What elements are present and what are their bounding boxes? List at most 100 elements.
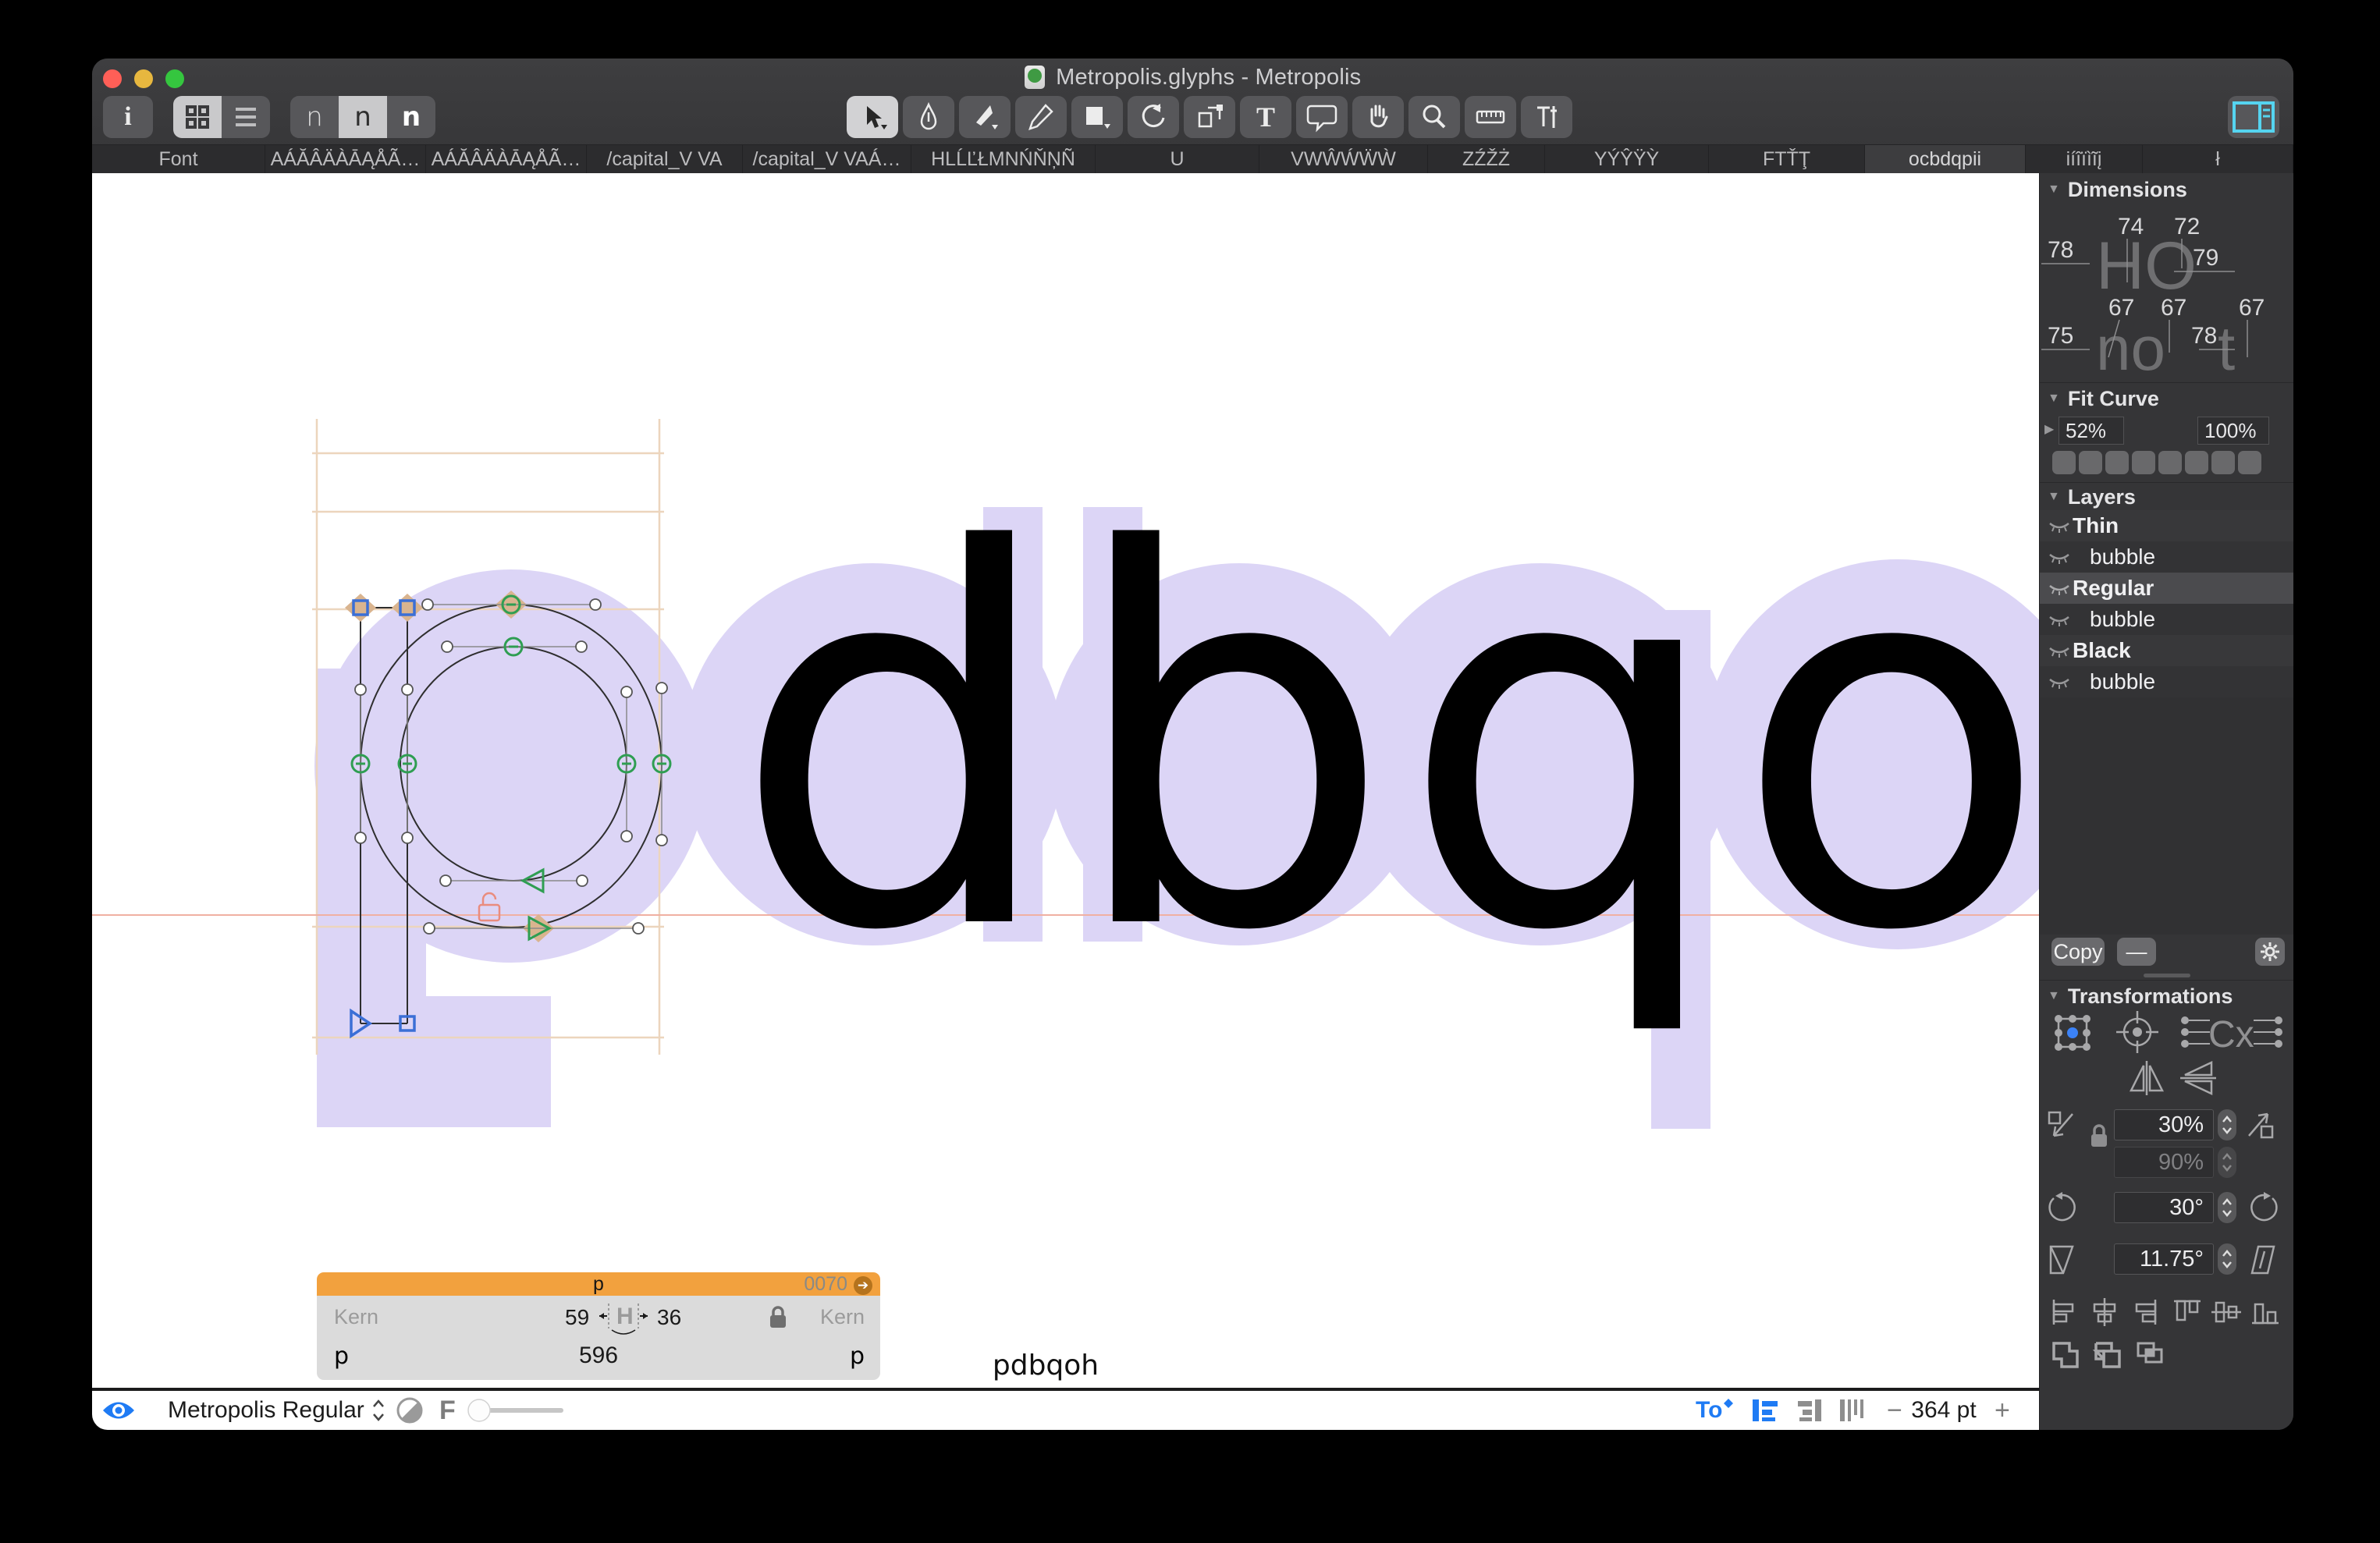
pen-tool-button[interactable] (903, 96, 954, 138)
layers-panel-header[interactable]: ▼ Layers (2040, 484, 2293, 510)
kern-right-label[interactable]: Kern (820, 1305, 865, 1329)
fit-curve-step-2[interactable] (2079, 451, 2102, 474)
advance-width-value[interactable]: 596 (317, 1343, 880, 1369)
align-left-button[interactable] (1749, 1391, 1781, 1430)
fit-curve-step-7[interactable] (2211, 451, 2235, 474)
fit-curve-expand-icon[interactable]: ▶ (2044, 421, 2054, 437)
weight-regular-button[interactable]: n (339, 96, 387, 138)
union-paths-button[interactable] (2049, 1339, 2085, 1373)
scale-field[interactable]: 30% (2114, 1109, 2214, 1140)
fit-curve-max-field[interactable]: 100% (2197, 417, 2269, 445)
list-view-button[interactable] (222, 96, 270, 138)
tab-VW-group[interactable]: VWŴẂẄẀ (1259, 145, 1428, 174)
remove-layer-button[interactable]: — (2117, 938, 2156, 966)
closed-eye-icon[interactable] (2046, 517, 2073, 534)
glyph-o[interactable]: o (1734, 486, 2039, 1001)
knife-tool-button[interactable] (959, 96, 1011, 138)
tab-U[interactable]: U (1096, 145, 1259, 174)
transform-origin-bbox-button[interactable] (2051, 1013, 2094, 1053)
closed-eye-icon[interactable] (2046, 642, 2073, 659)
scale-vertical-stepper[interactable] (2218, 1147, 2236, 1178)
slant-field[interactable]: 11.75° (2114, 1243, 2214, 1275)
rotate-cw-icon[interactable] (2247, 1192, 2280, 1225)
text-preview-mode-button[interactable]: To (1696, 1391, 1733, 1430)
transform-origin-point-button[interactable] (2115, 1009, 2160, 1055)
slant-left-icon[interactable] (2046, 1243, 2077, 1276)
tab-font[interactable]: Font (92, 145, 265, 174)
zoom-tool-button[interactable] (1408, 96, 1460, 138)
layer-row-black-bubble[interactable]: bubble (2040, 666, 2293, 697)
layer-settings-button[interactable] (2255, 938, 2285, 966)
kern-lock-icon[interactable] (768, 1305, 788, 1330)
scale-down-icon[interactable] (2046, 1109, 2077, 1140)
layer-row-regular[interactable]: Regular (2040, 573, 2293, 604)
tab-Y-group[interactable]: YÝŶŸỲ (1545, 145, 1709, 174)
font-info-button[interactable]: i (103, 96, 153, 138)
tab-A-diacritics-2[interactable]: AÁĂÂÄÀĀĄÅÃ… (426, 145, 587, 174)
master-selector[interactable]: Metropolis Regular (168, 1391, 386, 1430)
zoom-in-button[interactable]: + (1995, 1391, 2010, 1430)
right-neighbor-glyph[interactable]: p (850, 1343, 865, 1370)
tab-HL-group[interactable]: HLĹĽŁMNŃŇŅÑ (911, 145, 1096, 174)
opacity-slider[interactable] (467, 1391, 568, 1430)
layer-row-thin-bubble[interactable]: bubble (2040, 541, 2293, 573)
flip-horizontal-button[interactable] (2127, 1059, 2166, 1097)
fit-curve-step-1[interactable] (2052, 451, 2076, 474)
slant-right-icon[interactable] (2247, 1243, 2279, 1276)
panel-resize-handle[interactable] (2144, 974, 2190, 977)
kern-left-label[interactable]: Kern (334, 1305, 378, 1329)
disclosure-triangle-icon[interactable]: ▼ (2048, 490, 2060, 504)
layer-row-black[interactable]: Black (2040, 635, 2293, 666)
slant-stepper[interactable] (2218, 1243, 2236, 1275)
closed-eye-icon[interactable] (2046, 580, 2073, 597)
select-tool-button[interactable] (847, 96, 898, 138)
primitives-tool-button[interactable] (1071, 96, 1123, 138)
tab-capital-V-VA[interactable]: /capital_V VA (587, 145, 743, 174)
scale-up-icon[interactable] (2244, 1109, 2275, 1140)
subtract-paths-button[interactable] (2091, 1339, 2127, 1373)
dimensions-panel-header[interactable]: ▼ Dimensions (2040, 176, 2293, 203)
tab-capital-V-VAA[interactable]: /capital_V VAÁ… (743, 145, 911, 174)
rotate-ccw-icon[interactable] (2046, 1192, 2079, 1225)
layer-row-thin[interactable]: Thin (2040, 510, 2293, 541)
fit-curve-panel-header[interactable]: ▼ Fit Curve (2040, 385, 2293, 412)
transformations-panel-header[interactable]: ▼ Transformations (2040, 983, 2293, 1009)
text-tool-button[interactable]: T (1240, 96, 1291, 138)
closed-eye-icon[interactable] (2046, 673, 2073, 690)
zoom-level-field[interactable]: 364 pt (1910, 1391, 1977, 1430)
tab-ocbdqpii[interactable]: ocbdqpii (1865, 145, 2026, 174)
edit-canvas[interactable]: d b q o p 0070 ➔ Kern 59 H (92, 173, 2039, 1388)
weight-black-button[interactable]: n (387, 96, 435, 138)
disclosure-triangle-icon[interactable]: ▼ (2048, 183, 2060, 197)
annotation-tool-button[interactable] (1296, 96, 1348, 138)
transform-origin-metrics-button[interactable]: Cx (2179, 1009, 2285, 1055)
scale-vertical-field[interactable]: 90% (2114, 1147, 2214, 1178)
glyph-d[interactable]: d (732, 486, 1059, 1001)
align-bottom-edges-button[interactable] (2249, 1296, 2282, 1328)
copy-layer-button[interactable]: Copy (2051, 938, 2105, 966)
features-toggle[interactable]: F (439, 1391, 456, 1430)
sidebar-toggle-button[interactable] (2228, 96, 2279, 138)
fit-curve-step-3[interactable] (2105, 451, 2129, 474)
rotate-stepper[interactable] (2218, 1192, 2236, 1223)
flip-vertical-button[interactable] (2179, 1059, 2218, 1097)
layer-row-regular-bubble[interactable]: bubble (2040, 604, 2293, 635)
tab-FT-group[interactable]: FTŤŢ (1709, 145, 1865, 174)
disclosure-triangle-icon[interactable]: ▼ (2048, 989, 2060, 1003)
closed-eye-icon[interactable] (2046, 611, 2073, 628)
align-right-button[interactable] (1793, 1391, 1824, 1430)
glyph-info-header[interactable]: p 0070 ➔ (317, 1272, 880, 1296)
pencil-tool-button[interactable] (1015, 96, 1067, 138)
measure-tool-button[interactable] (1465, 96, 1516, 138)
closed-eye-icon[interactable] (2046, 548, 2073, 566)
align-right-edges-button[interactable] (2127, 1296, 2160, 1328)
align-center-vertical-button[interactable] (2210, 1296, 2243, 1328)
proportional-lock-icon[interactable] (2088, 1122, 2110, 1150)
fit-curve-step-6[interactable] (2185, 451, 2208, 474)
vertical-layout-button[interactable] (1837, 1391, 1865, 1430)
preview-eye-button[interactable] (101, 1391, 136, 1430)
hand-tool-button[interactable] (1352, 96, 1404, 138)
rotate-tool-button[interactable] (1128, 96, 1179, 138)
intersect-paths-button[interactable] (2133, 1339, 2169, 1373)
glyph-b[interactable]: b (1066, 486, 1393, 1001)
